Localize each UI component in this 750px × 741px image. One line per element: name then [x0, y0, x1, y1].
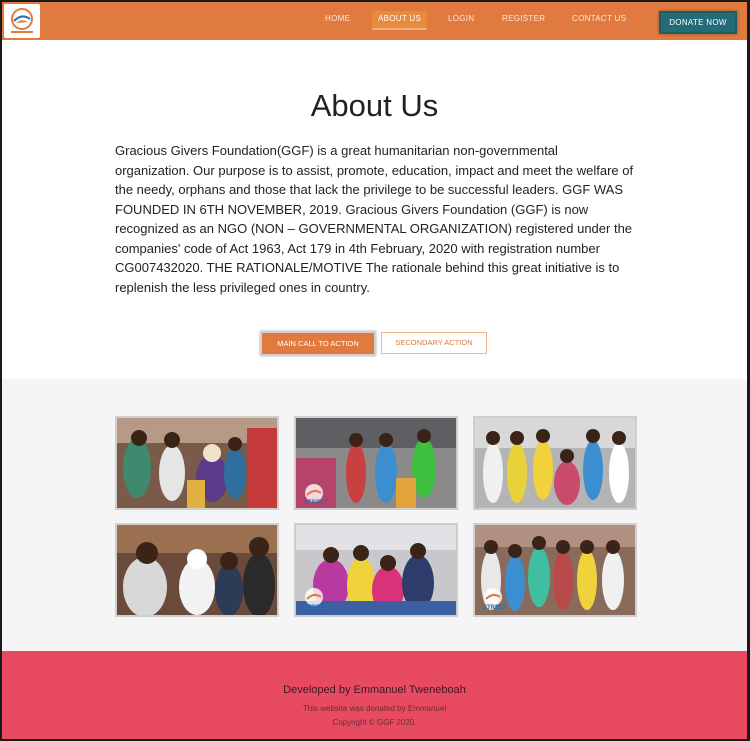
nav-link-register[interactable]: REGISTER	[502, 14, 545, 23]
nav-link-home[interactable]: HOME	[325, 14, 350, 23]
photo-watermark: STREET	[304, 605, 328, 611]
footer-donation-note: This website was donated by Emmanuel	[302, 704, 447, 713]
about-description: Gracious Givers Foundation(GGF) is a gre…	[115, 143, 634, 295]
donate-now-button[interactable]: DONATE NOW	[659, 11, 737, 34]
footer: Developed by Emmanuel Tweneboah This web…	[2, 651, 747, 739]
footer-developer-credit: Developed by Emmanuel Tweneboah	[283, 684, 466, 696]
gallery-photo-1[interactable]	[115, 416, 279, 510]
navbar: HOME ABOUT US LOGIN REGISTER CONTACT US …	[2, 2, 747, 40]
gallery-photo-6[interactable]: STREET	[473, 523, 637, 617]
gallery-photo-4[interactable]	[115, 523, 279, 617]
gallery-photo-3[interactable]	[473, 416, 637, 510]
nav-link-contact-us[interactable]: CONTACT US	[572, 14, 626, 23]
photo-watermark: STREET	[483, 605, 507, 611]
secondary-action-button[interactable]: SECONDARY ACTION	[381, 332, 487, 354]
photo-gallery: STREET STREET STREET	[2, 379, 747, 651]
footer-copyright: Copyright © GGF 2020.	[332, 718, 417, 727]
gallery-photo-2[interactable]: STREET	[294, 416, 458, 510]
nav-link-login[interactable]: LOGIN	[448, 14, 474, 23]
nav-link-about-us[interactable]: ABOUT US	[372, 11, 428, 30]
browser-viewport: HOME ABOUT US LOGIN REGISTER CONTACT US …	[2, 2, 747, 739]
photo-watermark: STREET	[304, 500, 328, 506]
main-call-to-action-button[interactable]: MAIN CALL TO ACTION	[260, 331, 376, 356]
gallery-photo-5[interactable]: STREET	[294, 523, 458, 617]
ggf-logo-icon[interactable]	[4, 4, 40, 38]
page-title: About Us	[310, 88, 439, 123]
